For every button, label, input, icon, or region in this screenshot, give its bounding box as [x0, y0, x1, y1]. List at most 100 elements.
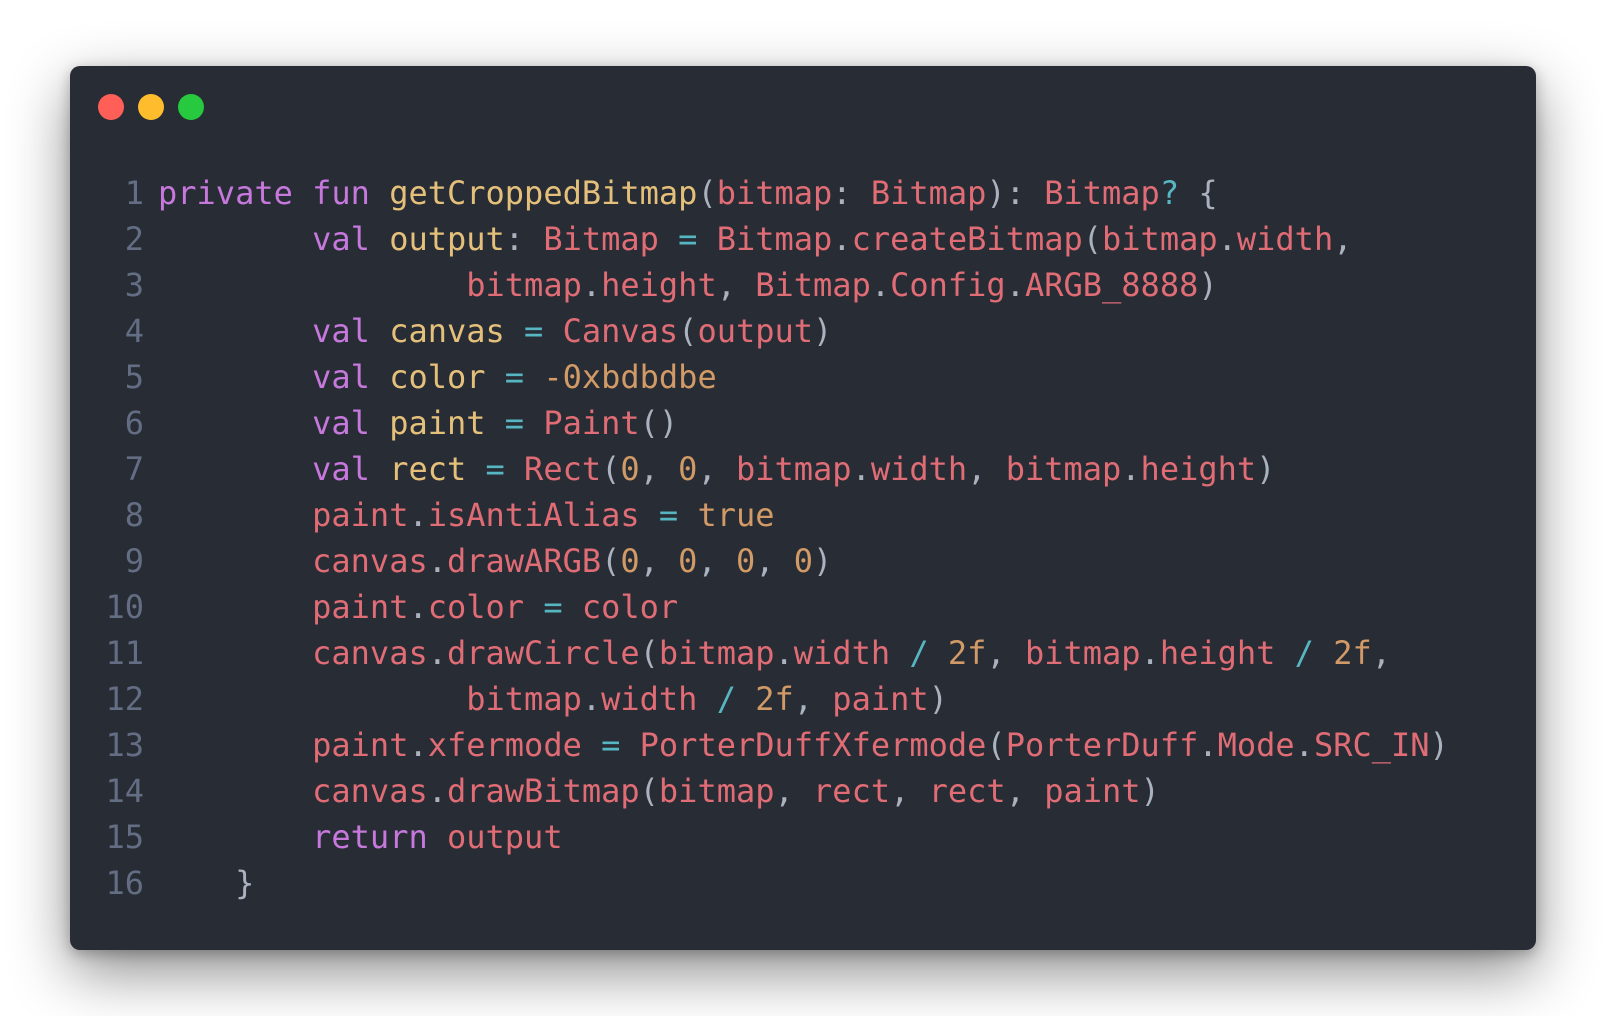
code-token: bitmap: [735, 450, 852, 488]
code-token: val: [312, 312, 370, 350]
code-text: return output: [144, 814, 562, 860]
code-token: ,: [967, 450, 1006, 488]
code-line: 2 val output: Bitmap = Bitmap.createBitm…: [70, 216, 1536, 262]
line-number: 3: [124, 266, 144, 304]
code-token: drawARGB: [446, 542, 602, 580]
code-text: bitmap.width / 2f, paint): [144, 676, 948, 722]
code-text: }: [144, 860, 254, 906]
code-token: .: [832, 220, 852, 258]
code-token: paint: [312, 726, 409, 764]
code-token: val: [312, 220, 370, 258]
code-line: 10 paint.color = color: [70, 584, 1536, 630]
code-token: (: [601, 542, 621, 580]
code-token: ,: [793, 680, 833, 718]
code-line: 5 val color = -0xbdbdbe: [70, 354, 1536, 400]
code-line: 12 bitmap.width / 2f, paint): [70, 676, 1536, 722]
maximize-button[interactable]: [178, 94, 204, 120]
code-token: fun: [312, 174, 370, 212]
code-line: 6 val paint = Paint(): [70, 400, 1536, 446]
code-line: 1 private fun getCroppedBitmap(bitmap: Bi…: [70, 170, 1536, 216]
code-token: isAntiAlias: [427, 496, 640, 534]
code-token: paint: [312, 588, 409, 626]
line-number: 14: [105, 772, 144, 810]
line-number: 9: [124, 542, 144, 580]
code-token: .: [427, 542, 447, 580]
code-token: .: [1140, 634, 1160, 672]
code-text: paint.color = color: [144, 584, 678, 630]
line-number: 6: [124, 404, 144, 442]
code-token: paint: [312, 496, 409, 534]
code-text: val output: Bitmap = Bitmap.createBitmap…: [144, 216, 1352, 262]
code-token: true: [697, 496, 775, 534]
code-token: :: [504, 220, 544, 258]
minimize-button[interactable]: [138, 94, 164, 120]
code-token: =: [504, 404, 525, 442]
code-token: xfermode: [427, 726, 582, 764]
code-text: val color = -0xbdbdbe: [144, 354, 717, 400]
code-text: paint.isAntiAlias = true: [144, 492, 775, 538]
code-token: width: [870, 450, 968, 488]
code-token: .: [408, 496, 428, 534]
code-line: 15 return output: [70, 814, 1536, 860]
code-token: 2f: [755, 680, 794, 718]
code-token: (: [639, 772, 659, 810]
code-token: ,: [774, 772, 814, 810]
code-token: .: [1217, 220, 1237, 258]
code-token: Paint: [543, 404, 640, 442]
code-text: canvas.drawARGB(0, 0, 0, 0): [144, 538, 832, 584]
code-token: Canvas: [562, 312, 679, 350]
close-button[interactable]: [98, 94, 124, 120]
code-token: .: [427, 634, 447, 672]
code-token: drawCircle: [446, 634, 640, 672]
code-text: paint.xfermode = PorterDuffXfermode(Port…: [144, 722, 1449, 768]
code-text: bitmap.height, Bitmap.Config.ARGB_8888): [144, 262, 1217, 308]
line-number: 4: [124, 312, 144, 350]
code-token: drawBitmap: [446, 772, 640, 810]
code-token: color: [581, 588, 679, 626]
code-token: 2f: [947, 634, 987, 672]
code-token: Mode: [1217, 726, 1295, 764]
code-token: {: [1179, 174, 1218, 212]
code-token: (: [678, 312, 698, 350]
code-token: .: [1005, 266, 1025, 304]
code-token: ,: [697, 450, 736, 488]
code-line: 16 }: [70, 860, 1536, 906]
code-text: canvas.drawCircle(bitmap.width / 2f, bit…: [144, 630, 1391, 676]
line-number: 12: [105, 680, 144, 718]
code-token: height: [601, 266, 717, 304]
line-number: 16: [105, 864, 144, 902]
code-token: Bitmap: [755, 266, 871, 304]
code-token: canvas: [312, 772, 428, 810]
code-token: Config: [890, 266, 1006, 304]
code-token: ,: [1333, 220, 1353, 258]
code-token: (: [697, 174, 717, 212]
code-token: ): [1256, 450, 1276, 488]
code-token: =: [601, 726, 621, 764]
code-token: .: [870, 266, 891, 304]
code-token: ?: [1159, 174, 1180, 212]
code-token: bitmap: [716, 174, 833, 212]
code-token: .: [581, 266, 602, 304]
code-text: val rect = Rect(0, 0, bitmap.width, bitm…: [144, 446, 1275, 492]
code-token: .: [1198, 726, 1218, 764]
code-token: 0: [735, 542, 756, 580]
code-token: .: [851, 450, 871, 488]
code-token: ,: [716, 266, 756, 304]
